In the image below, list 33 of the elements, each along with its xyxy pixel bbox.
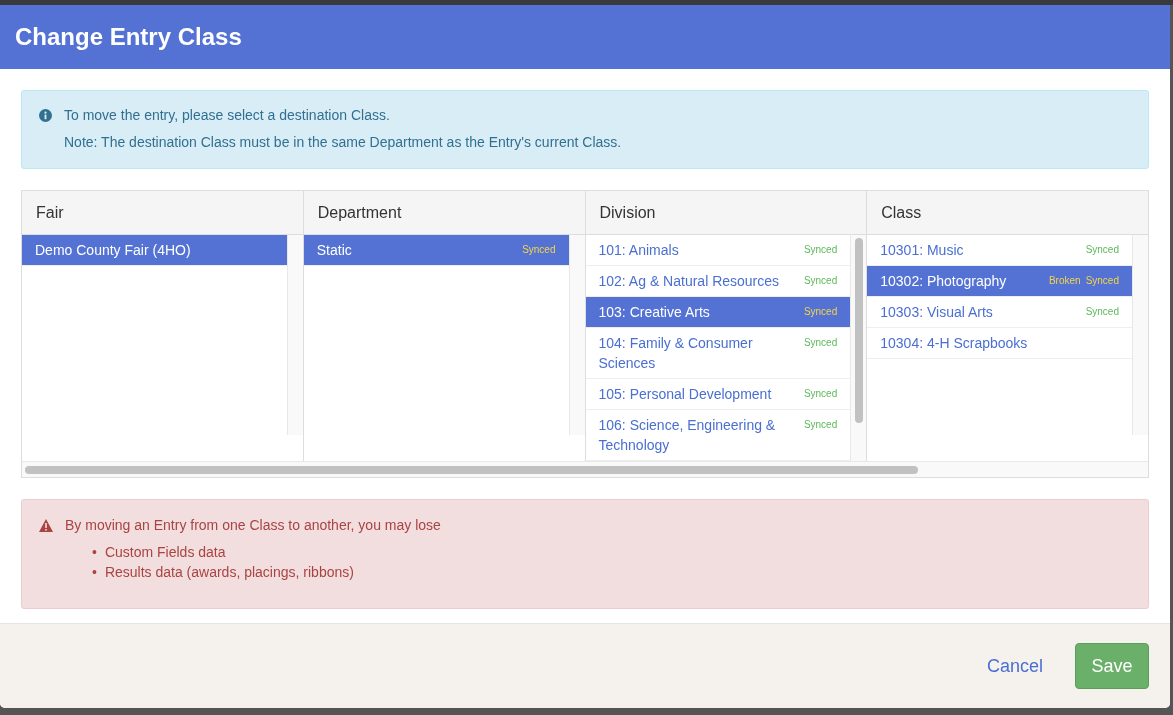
column-header: Fair (22, 191, 303, 235)
list-item[interactable]: Demo County Fair (4HO) (22, 235, 287, 266)
warning-text: By moving an Entry from one Class to another, you may lose (65, 517, 441, 533)
save-button[interactable]: Save (1075, 643, 1149, 689)
status-tag: Synced (1085, 302, 1119, 322)
warning-bullet: Results data (awards, placings, ribbons) (104, 563, 354, 582)
scrollbar-thumb[interactable] (25, 465, 918, 474)
list-item[interactable]: 10302: Photography Broken Synced (867, 266, 1132, 297)
warning-icon (39, 519, 53, 532)
bullet-marker: • (92, 543, 97, 562)
dialog-title: Change Entry Class (0, 5, 1170, 69)
column-header: Department (303, 191, 585, 235)
scrollbar-thumb[interactable] (854, 238, 863, 423)
column-header: Class (867, 191, 1148, 235)
info-text: Note: The destination Class must be in the same Department as the Entry's current Class. (64, 134, 622, 150)
status-tag: Synced (1085, 240, 1119, 260)
status-tag: Broken (1048, 271, 1081, 291)
status-tag: Synced (803, 384, 838, 404)
warning-bullet: Custom Fields data (104, 543, 226, 562)
status-tag: Synced (803, 333, 838, 353)
status-tag: Synced (1085, 271, 1119, 291)
cancel-button[interactable]: Cancel (980, 649, 1049, 683)
status-tag: Synced (803, 302, 838, 322)
status-tag: Synced (803, 271, 838, 291)
info-icon (39, 109, 52, 122)
status-tag: Synced (522, 240, 556, 260)
status-tag: Synced (803, 415, 838, 435)
info-text: To move the entry, please select a destination Class. (64, 107, 391, 123)
list-item[interactable]: Static Synced (303, 235, 569, 266)
list-item[interactable]: 103: Creative Arts Synced (585, 297, 851, 328)
status-tag: Synced (803, 240, 838, 260)
column-header: Division (585, 191, 867, 235)
bullet-marker: • (92, 563, 97, 582)
